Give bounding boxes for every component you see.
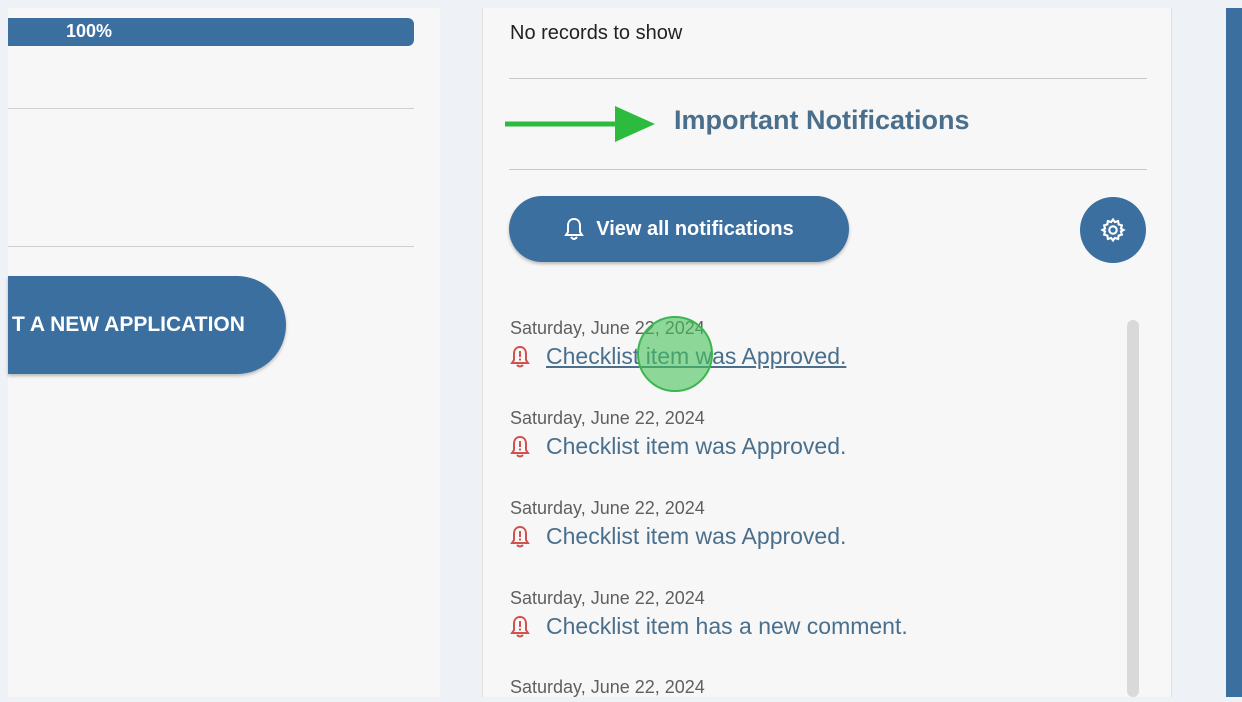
- progress-bar: 100%: [8, 18, 414, 46]
- notification-date: Saturday, June 22, 2024: [510, 588, 705, 608]
- divider: [509, 78, 1147, 79]
- notification-item: Saturday, June 22, 2024 Checklist item w…: [510, 498, 846, 550]
- divider: [8, 246, 414, 247]
- notification-link[interactable]: Checklist item was Approved.: [546, 523, 846, 550]
- click-indicator: [637, 316, 713, 392]
- notification-settings-button[interactable]: [1080, 197, 1146, 263]
- notification-link[interactable]: Checklist item has a new comment.: [546, 613, 908, 640]
- gear-icon: [1100, 217, 1126, 243]
- start-new-application-label: T A NEW APPLICATION: [12, 313, 245, 336]
- view-all-notifications-button[interactable]: View all notifications: [509, 196, 849, 262]
- alert-bell-icon: [510, 345, 530, 367]
- right-edge-bar: [1226, 8, 1242, 697]
- notification-date: Saturday, June 22, 2024: [510, 677, 705, 697]
- scrollbar[interactable]: [1127, 320, 1139, 697]
- arrow-right-icon: [505, 106, 655, 142]
- notification-date: Saturday, June 22, 2024: [510, 498, 705, 518]
- start-new-application-button[interactable]: T A NEW APPLICATION: [8, 276, 286, 374]
- divider: [509, 169, 1147, 170]
- notification-link[interactable]: Checklist item was Approved.: [546, 433, 846, 460]
- notification-item: Saturday, June 22, 2024 Checklist item w…: [510, 408, 846, 460]
- alert-bell-icon: [510, 435, 530, 457]
- alert-bell-icon: [510, 525, 530, 547]
- no-records-text: No records to show: [510, 22, 683, 44]
- notifications-title: Important Notifications: [674, 105, 970, 135]
- view-all-notifications-label: View all notifications: [596, 217, 794, 240]
- divider: [8, 108, 414, 109]
- notification-item: Saturday, June 22, 2024 Checklist item h…: [510, 588, 908, 640]
- notification-date: Saturday, June 22, 2024: [510, 408, 705, 428]
- left-panel: 100% T A NEW APPLICATION: [8, 8, 440, 697]
- bell-icon: [564, 217, 585, 240]
- progress-label: 100%: [66, 21, 113, 41]
- alert-bell-icon: [510, 615, 530, 637]
- notifications-panel: No records to show Important Notificatio…: [482, 8, 1172, 697]
- notification-item: Saturday, June 22, 2024: [510, 677, 705, 702]
